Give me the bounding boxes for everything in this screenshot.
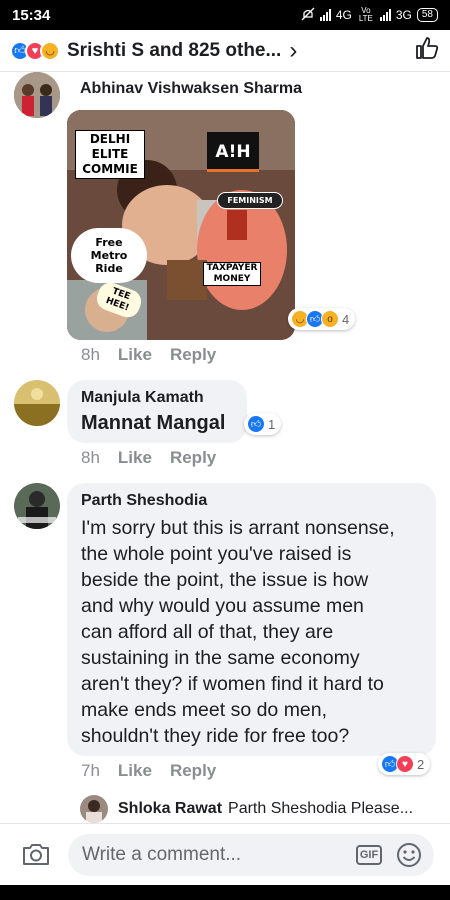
meme-logo: A!H: [207, 132, 259, 172]
comment-bubble[interactable]: Manjula Kamath Mannat Mangal: [67, 380, 247, 443]
comment-composer: Write a comment... GIF: [0, 823, 450, 885]
battery-indicator: 58: [416, 8, 438, 22]
comment-line: beside the point, the issue is how: [81, 569, 369, 591]
comment-input[interactable]: Write a comment... GIF: [68, 834, 434, 876]
thumbs-up-icon: [416, 37, 439, 59]
system-nav-bar: [0, 885, 450, 900]
comment-meta: 7h Like Reply: [81, 761, 216, 781]
comment-time: 8h: [81, 345, 100, 364]
comment-text: I'm sorry but this is arrant nonsense, t…: [81, 515, 431, 749]
comment-line: I'm sorry but this is arrant nonsense,: [81, 517, 395, 539]
reaction-count: 4: [342, 311, 350, 327]
like-button[interactable]: Like: [118, 345, 152, 365]
reply-preview[interactable]: Shloka Rawat Parth Sheshodia Please...: [80, 795, 440, 823]
signal-icon: [319, 9, 331, 21]
avatar-manjula[interactable]: [14, 380, 60, 426]
comment-line: the whole point you've raised is: [81, 543, 352, 565]
reactors-title[interactable]: Srishti S and 825 othe...: [67, 40, 281, 62]
network-1: 4G: [335, 8, 352, 22]
wow-reaction-icon: o: [321, 310, 339, 328]
avatar-abhinav[interactable]: [14, 72, 60, 118]
header-reactions: 👍︎ ♥ ◡: [10, 40, 60, 61]
status-bar: 15:34 4G Vo LTE 3G 58: [0, 0, 450, 30]
comment-line: make ends meet so do men,: [81, 699, 328, 721]
reply-button[interactable]: Reply: [170, 345, 216, 365]
reply-button[interactable]: Reply: [170, 761, 216, 781]
comment-line: aren't they? if women find it hard to: [81, 673, 384, 695]
like-button[interactable]: Like: [118, 761, 152, 781]
comment-author[interactable]: Abhinav Vishwaksen Sharma: [80, 80, 302, 98]
meme-caption-elite: DELHI ELITE COMMIE: [75, 130, 145, 179]
comment-line: sustaining in the same economy: [81, 647, 360, 669]
comment-time: 8h: [81, 448, 100, 467]
comment-line: shouldn't they ride for free too?: [81, 725, 350, 747]
avatar-parth[interactable]: [14, 483, 60, 529]
comment-line: and why would you assume men: [81, 595, 364, 617]
reply-author: Shloka Rawat: [118, 800, 223, 817]
camera-button[interactable]: [22, 842, 50, 871]
reaction-summary[interactable]: 👍︎ ♥ 2: [378, 753, 431, 775]
emoji-button[interactable]: [396, 842, 422, 873]
mentioned-user[interactable]: Mannat Mangal: [81, 412, 225, 435]
camera-icon: [23, 844, 49, 865]
comment-author[interactable]: Parth Sheshodia: [81, 492, 207, 510]
reaction-count: 1: [268, 416, 276, 432]
signal-icon-2: [379, 9, 391, 21]
reaction-summary[interactable]: ◡ 👍︎ o 4: [288, 308, 356, 330]
like-button[interactable]: Like: [118, 448, 152, 468]
emoji-icon: [397, 843, 421, 867]
haha-reaction-icon: ◡: [40, 40, 60, 61]
network-2: 3G: [395, 8, 412, 22]
mute-icon: [301, 7, 315, 24]
comment-bubble[interactable]: Parth Sheshodia I'm sorry but this is ar…: [67, 483, 436, 756]
volte-label: Vo LTE: [358, 6, 373, 23]
clock: 15:34: [12, 6, 51, 24]
chevron-right-icon[interactable]: ›: [289, 37, 297, 65]
meme-caption-feminism: FEMINISM: [217, 192, 283, 209]
reply-button[interactable]: Reply: [170, 448, 216, 468]
meme-caption-taxpayer: TAXPAYER MONEY: [203, 262, 261, 286]
like-reaction-icon: 👍︎: [247, 415, 265, 433]
reactions-header[interactable]: 👍︎ ♥ ◡ Srishti S and 825 othe... ›: [0, 30, 450, 72]
reaction-summary[interactable]: 👍︎ 1: [244, 413, 282, 435]
like-post-button[interactable]: [414, 35, 440, 66]
meme-caption-metro: Free Metro Ride: [71, 228, 147, 283]
reply-text: Parth Sheshodia Please...: [228, 800, 414, 817]
comment-author[interactable]: Manjula Kamath: [81, 389, 204, 407]
meme-image[interactable]: DELHI ELITE COMMIE A!H FEMINISM Free Met…: [67, 110, 295, 340]
comment-meta: 8h Like Reply: [81, 448, 216, 468]
reaction-count: 2: [417, 756, 425, 772]
comment-placeholder[interactable]: Write a comment...: [82, 844, 241, 866]
love-reaction-icon: ♥: [396, 755, 414, 773]
comment-meta: 8h Like Reply: [81, 345, 216, 365]
comment-line: can afford all of that, they are: [81, 621, 334, 643]
comment-time: 7h: [81, 761, 100, 780]
gif-button[interactable]: GIF: [356, 845, 382, 865]
avatar-shloka: [80, 795, 108, 823]
